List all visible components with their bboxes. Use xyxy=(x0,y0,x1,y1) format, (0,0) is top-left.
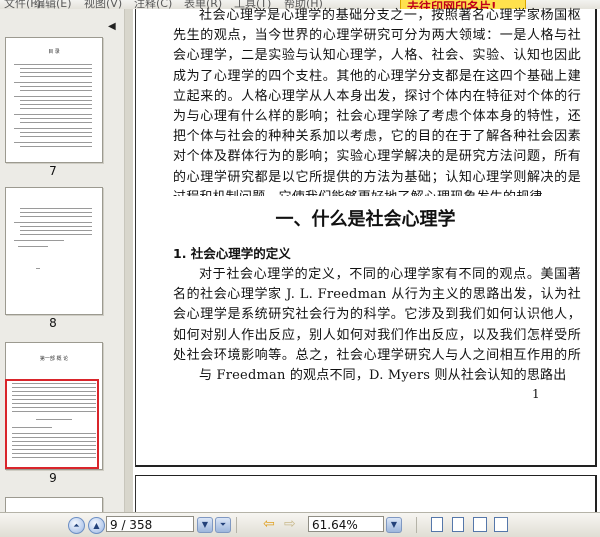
single-page-view-icon[interactable] xyxy=(431,517,443,532)
thumbnail-label: 9 xyxy=(49,471,57,485)
continuous-facing-view-icon[interactable] xyxy=(494,517,508,532)
body-paragraph: 社会心理学是心理学的基础分支之一，按照著名心理学家杨国枢先生的观点，当今世界的心… xyxy=(173,8,581,196)
current-view-highlight[interactable] xyxy=(5,379,99,469)
body-paragraph: 与 Freedman 的观点不同，D. Myers 则从社会认知的思路出 xyxy=(199,368,567,383)
collapse-pane-icon[interactable]: ◀ xyxy=(108,21,116,32)
menu-comment[interactable]: 注释(C) xyxy=(134,0,172,9)
last-page-icon[interactable]: ⏷ xyxy=(215,517,231,533)
thumbnail-title: 目 录 xyxy=(48,49,60,55)
thumbnail-label: 8 xyxy=(49,316,57,330)
menu-view[interactable]: 视图(V) xyxy=(84,0,122,9)
subsection-title: 1. 社会心理学的定义 xyxy=(173,246,291,261)
continuous-view-icon[interactable] xyxy=(452,517,464,532)
document-view[interactable]: 社会心理学是心理学的基础分支之一，按照著名心理学家杨国枢先生的观点，当今世界的心… xyxy=(133,8,600,516)
thumbnail-title: 第一部 概 论 xyxy=(39,356,69,362)
thumbnail-page-8[interactable] xyxy=(5,187,103,315)
menu-edit[interactable]: 编辑(E) xyxy=(34,0,72,9)
body-paragraph: 对于社会心理学的定义，不同的心理学家有不同的观点。美国著名的社会心理学家 J. … xyxy=(173,267,581,363)
page-number-input[interactable]: 9 / 358 xyxy=(106,516,194,532)
toolbar-divider xyxy=(416,517,417,533)
go-back-icon[interactable]: ⇦ xyxy=(263,516,275,532)
next-page-icon[interactable]: ▼ xyxy=(197,517,213,533)
toolbar-divider xyxy=(236,517,237,533)
page-number: 1 xyxy=(532,387,540,401)
next-pdf-page xyxy=(135,475,597,516)
facing-view-icon[interactable] xyxy=(473,517,487,532)
go-forward-icon[interactable]: ⇨ xyxy=(284,516,296,532)
zoom-dropdown-icon[interactable]: ▼ xyxy=(386,517,402,533)
section-title: 一、什么是社会心理学 xyxy=(275,209,456,230)
first-page-icon[interactable]: ⏶ xyxy=(68,517,85,534)
thumbnail-pane: ◀ 目 录 7 8 第一部 概 论 9 xyxy=(0,9,125,512)
status-toolbar: ⏶ ▲ 9 / 358 ▼ ⏷ ⇦ ⇨ 61.64% ▼ xyxy=(0,512,600,537)
zoom-input[interactable]: 61.64% xyxy=(308,516,384,532)
thumbnail-page-7[interactable]: 目 录 xyxy=(5,37,103,163)
thumbnail-page-10[interactable] xyxy=(5,497,103,512)
previous-page-icon[interactable]: ▲ xyxy=(88,517,105,534)
pdf-page: 社会心理学是心理学的基础分支之一，按照著名心理学家杨国枢先生的观点，当今世界的心… xyxy=(135,8,597,467)
thumbnail-label: 7 xyxy=(49,164,57,178)
